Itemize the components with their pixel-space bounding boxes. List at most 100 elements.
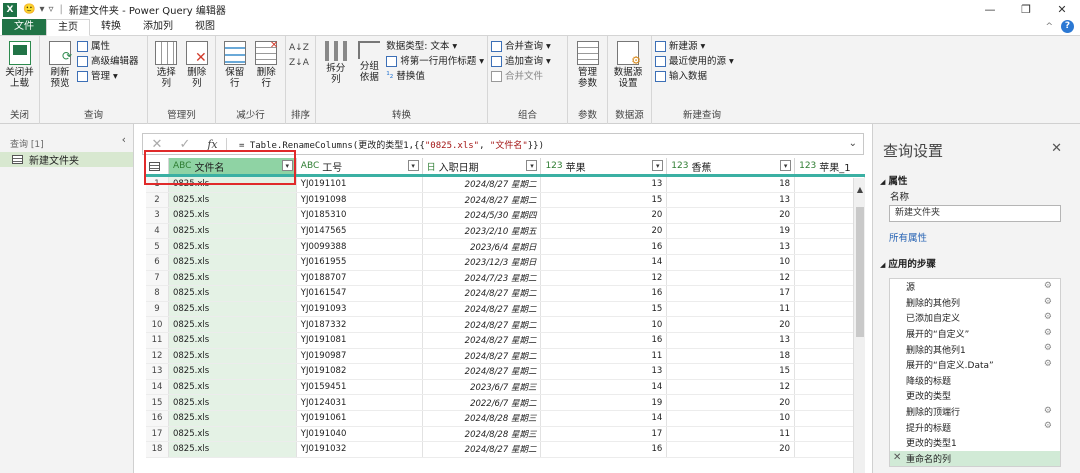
append-queries-button[interactable]: 追加查询 ▾ <box>491 55 551 68</box>
number-type-icon[interactable]: 123 <box>799 161 816 171</box>
employee-id-cell[interactable]: YJ0161955 <box>297 254 423 270</box>
table-row[interactable]: 14 0825.xls YJ0159451 2023/6/7 星期三 14 12 <box>146 379 865 396</box>
banana-cell[interactable]: 12 <box>667 270 796 286</box>
employee-id-cell[interactable]: YJ0191082 <box>297 364 423 379</box>
employee-id-cell[interactable]: YJ0191040 <box>297 426 423 442</box>
apple-cell[interactable]: 12 <box>541 270 668 286</box>
hire-date-cell[interactable]: 2024/8/27 星期二 <box>423 177 542 192</box>
applied-step[interactable]: 删除的其他列 ⚙ <box>890 295 1060 311</box>
step-settings-icon[interactable]: ⚙ <box>1044 297 1052 307</box>
tab-file[interactable]: 文件 <box>2 19 46 35</box>
vertical-scrollbar[interactable]: ▲ <box>853 178 865 473</box>
number-type-icon[interactable]: 123 <box>545 161 562 171</box>
row-number[interactable]: 17 <box>146 426 169 442</box>
close-window-button[interactable]: ✕ <box>1044 0 1080 19</box>
table-row[interactable]: 13 0825.xls YJ0191082 2024/8/27 星期二 13 15 <box>146 364 865 380</box>
banana-cell[interactable]: 17 <box>667 286 796 301</box>
employee-id-cell[interactable]: YJ0191081 <box>297 332 423 348</box>
filename-cell[interactable]: 0825.xls <box>168 410 297 426</box>
employee-id-cell[interactable]: YJ0185310 <box>297 208 423 223</box>
applied-step[interactable]: 降级的标题 <box>890 373 1060 389</box>
filename-cell[interactable]: 0825.xls <box>168 379 297 395</box>
collapse-ribbon-icon[interactable]: ^ <box>1045 22 1053 32</box>
scroll-up-icon[interactable]: ▲ <box>854 185 866 194</box>
recent-sources-button[interactable]: 最近使用的源 ▾ <box>655 55 734 68</box>
fx-icon[interactable]: fx <box>199 137 227 151</box>
applied-step[interactable]: 展开的“自定义.Data” ⚙ <box>890 357 1060 373</box>
tab-transform[interactable]: 转换 <box>90 19 132 35</box>
banana-cell[interactable]: 15 <box>667 364 796 379</box>
hire-date-cell[interactable]: 2024/8/27 星期二 <box>423 332 542 348</box>
filename-cell[interactable]: 0825.xls <box>168 426 297 442</box>
banana-cell[interactable]: 18 <box>667 348 796 364</box>
filename-cell[interactable]: 0825.xls <box>168 317 297 332</box>
applied-step[interactable]: 源 ⚙ <box>890 279 1060 295</box>
table-row[interactable]: 18 0825.xls YJ0191032 2024/8/27 星期二 16 20 <box>146 442 865 458</box>
merge-queries-button[interactable]: 合并查询 ▾ <box>491 40 551 53</box>
tab-view[interactable]: 视图 <box>184 19 226 35</box>
banana-cell[interactable]: 11 <box>667 426 796 442</box>
applied-step[interactable]: 删除的其他列1 ⚙ <box>890 341 1060 357</box>
row-number[interactable]: 16 <box>146 410 169 426</box>
apple-cell[interactable]: 14 <box>541 379 668 395</box>
date-type-icon[interactable]: 日 <box>427 160 436 173</box>
employee-id-cell[interactable]: YJ0161547 <box>297 286 423 301</box>
employee-id-cell[interactable]: YJ0159451 <box>297 379 423 395</box>
filename-cell[interactable]: 0825.xls <box>168 301 297 317</box>
hire-date-cell[interactable]: 2024/8/27 星期二 <box>423 348 542 364</box>
hire-date-cell[interactable]: 2024/8/27 星期二 <box>423 442 542 457</box>
banana-cell[interactable]: 20 <box>667 317 796 332</box>
help-icon[interactable]: ? <box>1061 20 1074 33</box>
column-header-hire-date[interactable]: 日 入职日期 ▾ <box>423 158 542 174</box>
table-row[interactable]: 3 0825.xls YJ0185310 2024/5/30 星期四 20 20 <box>146 208 865 224</box>
apple-cell[interactable]: 19 <box>541 395 668 410</box>
applied-step[interactable]: 提升的标题 ⚙ <box>890 419 1060 435</box>
filter-dropdown-icon[interactable]: ▾ <box>652 160 664 171</box>
applied-step[interactable]: 更改的类型1 <box>890 435 1060 451</box>
table-row[interactable]: 8 0825.xls YJ0161547 2024/8/27 星期二 16 17 <box>146 286 865 302</box>
employee-id-cell[interactable]: YJ0190987 <box>297 348 423 364</box>
employee-id-cell[interactable]: YJ0188707 <box>297 270 423 286</box>
employee-id-cell[interactable]: YJ0191061 <box>297 410 423 426</box>
properties-section[interactable]: ◢ 属性 <box>873 173 1080 187</box>
column-header-banana[interactable]: 123 香蕉 ▾ <box>667 158 796 174</box>
employee-id-cell[interactable]: YJ0191098 <box>297 192 423 208</box>
filename-cell[interactable]: 0825.xls <box>168 348 297 364</box>
customize-toolbar-icon[interactable]: ▿ <box>48 4 53 15</box>
table-row[interactable]: 7 0825.xls YJ0188707 2024/7/23 星期二 12 12 <box>146 270 865 287</box>
manage-button[interactable]: 管理 ▾ <box>77 70 139 83</box>
hire-date-cell[interactable]: 2024/5/30 星期四 <box>423 208 542 223</box>
table-row[interactable]: 11 0825.xls YJ0191081 2024/8/27 星期二 16 13 <box>146 332 865 349</box>
column-header-apple-1[interactable]: 123 苹果_1 <box>795 158 865 174</box>
table-row[interactable]: 15 0825.xls YJ0124031 2022/6/7 星期二 19 20 <box>146 395 865 411</box>
apple-cell[interactable]: 16 <box>541 332 668 348</box>
filename-cell[interactable]: 0825.xls <box>168 364 297 379</box>
table-row[interactable]: 16 0825.xls YJ0191061 2024/8/28 星期三 14 10 <box>146 410 865 427</box>
collapse-queries-icon[interactable]: ‹ <box>122 133 126 146</box>
hire-date-cell[interactable]: 2024/7/23 星期二 <box>423 270 542 286</box>
data-type-dropdown[interactable]: 数据类型: 文本 ▾ <box>386 40 484 53</box>
minimize-button[interactable]: — <box>972 0 1008 19</box>
hire-date-cell[interactable]: 2022/6/7 星期二 <box>423 395 542 410</box>
row-number[interactable]: 9 <box>146 301 169 317</box>
filename-cell[interactable]: 0825.xls <box>168 286 297 301</box>
banana-cell[interactable]: 20 <box>667 208 796 223</box>
applied-step[interactable]: 已添加自定义 ⚙ <box>890 310 1060 326</box>
apple-cell[interactable]: 15 <box>541 192 668 208</box>
hire-date-cell[interactable]: 2023/2/10 星期五 <box>423 223 542 239</box>
employee-id-cell[interactable]: YJ0099388 <box>297 239 423 254</box>
table-row[interactable]: 6 0825.xls YJ0161955 2023/12/3 星期日 14 10 <box>146 254 865 271</box>
hire-date-cell[interactable]: 2024/8/27 星期二 <box>423 192 542 208</box>
row-number[interactable]: 11 <box>146 332 169 348</box>
table-row[interactable]: 2 0825.xls YJ0191098 2024/8/27 星期二 15 13 <box>146 192 865 209</box>
apple-cell[interactable]: 11 <box>541 348 668 364</box>
banana-cell[interactable]: 10 <box>667 410 796 426</box>
delete-step-icon[interactable]: ✕ <box>893 452 901 463</box>
employee-id-cell[interactable]: YJ0191032 <box>297 442 423 457</box>
apple-cell[interactable]: 15 <box>541 301 668 317</box>
tab-home[interactable]: 主页 <box>46 19 90 36</box>
filter-dropdown-icon[interactable]: ▾ <box>780 160 792 171</box>
hire-date-cell[interactable]: 2023/6/4 星期日 <box>423 239 542 254</box>
use-first-row-headers-button[interactable]: 将第一行用作标题 ▾ <box>386 55 484 68</box>
row-number[interactable]: 18 <box>146 442 169 457</box>
